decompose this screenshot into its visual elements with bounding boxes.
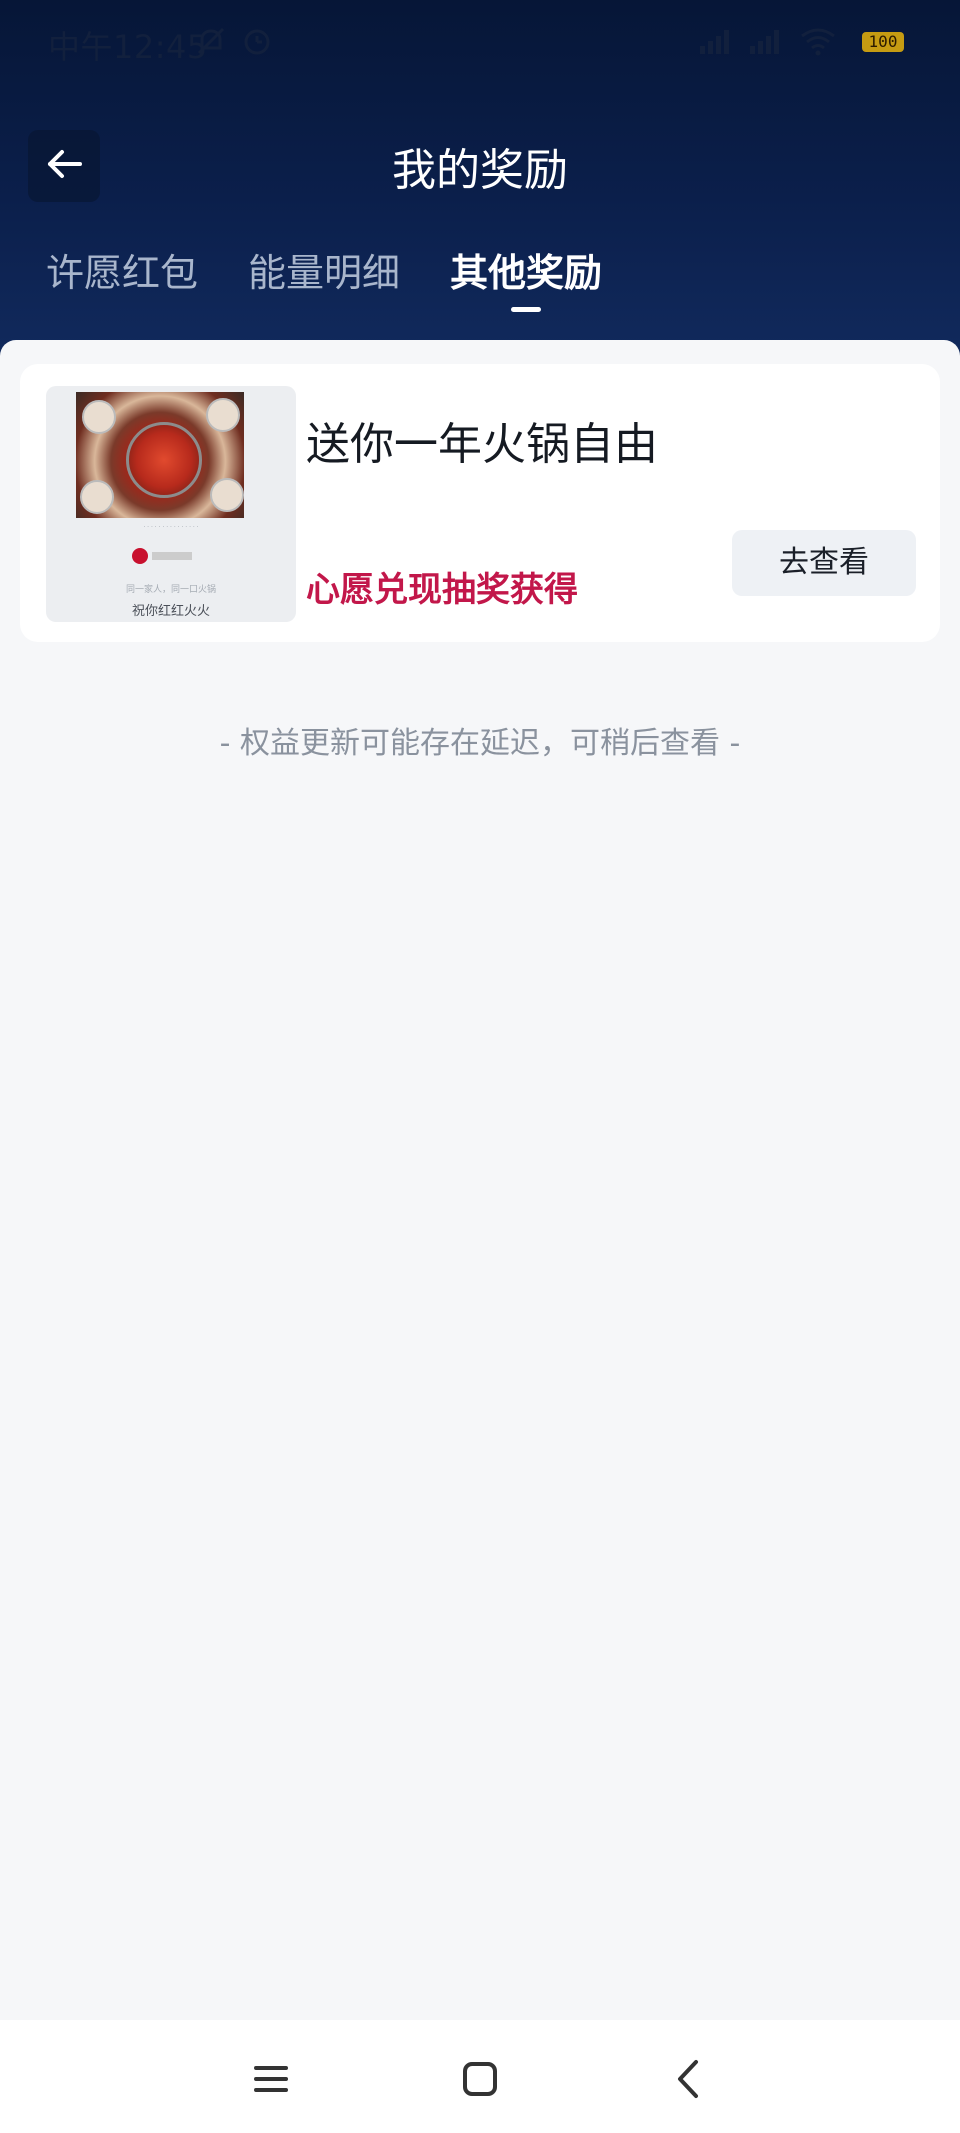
tab-label: 许愿红包 bbox=[46, 251, 199, 295]
brand-logo bbox=[132, 546, 208, 566]
tab-label: 其他奖励 bbox=[450, 251, 603, 295]
tab-active-indicator bbox=[511, 307, 542, 312]
status-time: 中午12:45 bbox=[48, 28, 208, 66]
system-nav-bar bbox=[0, 2020, 960, 2133]
menu-icon[interactable] bbox=[246, 2054, 296, 2104]
tab-label: 能量明细 bbox=[248, 251, 401, 295]
image-tagline: 祝你红红火火 bbox=[131, 604, 210, 619]
tab-wish-red-packet[interactable]: 许愿红包 bbox=[44, 242, 200, 312]
page-title: 我的奖励 bbox=[392, 145, 568, 196]
alarm-icon bbox=[240, 24, 274, 62]
image-fine-print: · · · · · · · · · · · · · · · bbox=[143, 524, 199, 531]
image-caption: 同一家人，同一口火锅 bbox=[125, 585, 216, 595]
notification-off-icon bbox=[194, 24, 228, 62]
reward-source: 心愿兑现抽奖获得 bbox=[306, 570, 578, 610]
wifi-icon bbox=[798, 24, 838, 62]
back-chevron-icon[interactable] bbox=[664, 2054, 714, 2104]
content-area: · · · · · · · · · · · · · · · 同一家人，同一口火锅… bbox=[0, 340, 960, 2020]
battery-icon: 100 bbox=[862, 32, 904, 52]
hotpot-photo bbox=[76, 392, 244, 518]
reward-title: 送你一年火锅自由 bbox=[306, 419, 658, 470]
home-square-icon[interactable] bbox=[455, 2054, 505, 2104]
status-bar: 中午12:45 100 bbox=[0, 0, 960, 90]
tab-bar: 许愿红包 能量明细 其他奖励 bbox=[44, 242, 604, 312]
reward-image: · · · · · · · · · · · · · · · 同一家人，同一口火锅… bbox=[46, 386, 296, 622]
view-reward-button[interactable]: 去查看 bbox=[732, 530, 916, 596]
update-delay-notice: - 权益更新可能存在延迟，可稍后查看 - bbox=[219, 726, 741, 761]
reward-card[interactable]: · · · · · · · · · · · · · · · 同一家人，同一口火锅… bbox=[20, 364, 940, 642]
signal-hd-icon bbox=[696, 24, 740, 62]
signal-hd-icon bbox=[746, 24, 790, 62]
tab-energy-details[interactable]: 能量明细 bbox=[246, 242, 402, 312]
tab-other-rewards[interactable]: 其他奖励 bbox=[448, 242, 604, 312]
